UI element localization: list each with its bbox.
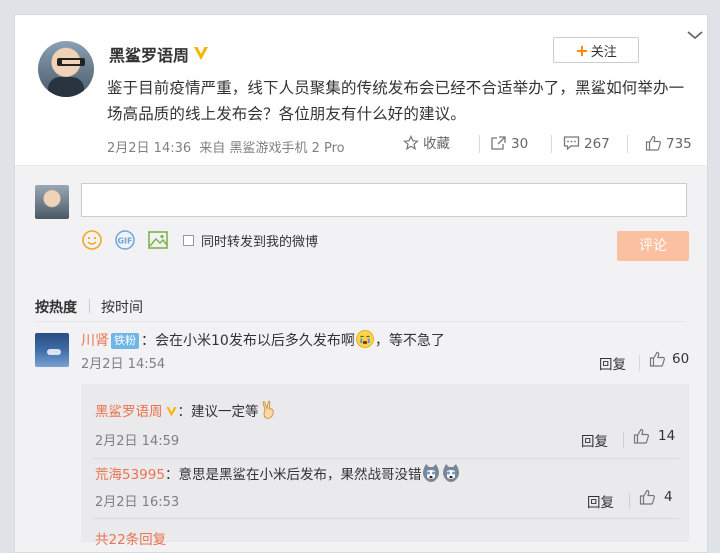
reply-text: 黑鲨罗语周 ：建议一定等 xyxy=(95,400,279,427)
reply-time: 2月2日 14:59 xyxy=(95,434,180,449)
post-source[interactable]: 黑鲨游戏手机 2 Pro xyxy=(229,141,344,156)
plus-icon: + xyxy=(575,41,589,60)
like-icon xyxy=(639,489,655,505)
my-avatar xyxy=(35,185,69,219)
picture-icon[interactable] xyxy=(147,229,169,251)
reply-text: 荒海53995：意思是黑鲨在小米后发布，果然战哥没错 xyxy=(95,463,461,490)
comment-count: 267 xyxy=(584,136,610,152)
favorite-star-icon xyxy=(403,135,419,151)
like-icon xyxy=(649,351,665,367)
divider xyxy=(35,321,687,322)
reply-like-button[interactable]: 4 xyxy=(639,489,673,505)
repost-count: 30 xyxy=(511,136,529,152)
comment-button[interactable]: 267 xyxy=(563,133,610,155)
crying-emoji-icon xyxy=(355,329,375,356)
commenter-avatar[interactable] xyxy=(35,333,69,367)
comment-like-count: 60 xyxy=(672,351,690,367)
comment-body-b: ，等不急了 xyxy=(374,333,445,349)
sort-by-hot[interactable]: 按热度 xyxy=(35,297,77,317)
comment-reply-button[interactable]: 回复 xyxy=(599,353,626,373)
reply-reply-button[interactable]: 回复 xyxy=(581,430,608,450)
sort-divider xyxy=(89,299,90,313)
follow-label: 关注 xyxy=(590,45,617,60)
weibo-post-card: 黑鲨罗语周 + 关注 鉴于目前疫情严重，线下人员聚集的传统发布会已经不合适举办了，… xyxy=(14,14,708,553)
comment-like-button[interactable]: 60 xyxy=(649,351,689,367)
husky-emoji-icon xyxy=(421,463,441,490)
reply-user[interactable]: 荒海53995 xyxy=(95,467,165,483)
fan-badge: 铁粉 xyxy=(111,333,139,349)
reply-like-count: 14 xyxy=(658,428,676,444)
like-icon xyxy=(633,428,649,444)
verified-icon xyxy=(165,403,178,425)
favorite-label: 收藏 xyxy=(423,136,450,152)
reply-like-button[interactable]: 14 xyxy=(633,428,675,444)
reply-time: 2月2日 16:53 xyxy=(95,495,180,510)
more-replies-link[interactable]: 共22条回复 xyxy=(95,528,166,548)
reply-body: ：意思是黑鲨在小米后发布，果然战哥没错 xyxy=(164,467,422,483)
reply-reply-button[interactable]: 回复 xyxy=(587,491,614,511)
divider xyxy=(623,432,624,448)
author-name[interactable]: 黑鲨罗语周 xyxy=(109,42,189,66)
svg-text:GIF: GIF xyxy=(117,237,132,246)
husky-emoji-icon xyxy=(441,463,461,490)
favorite-button[interactable]: 收藏 xyxy=(403,133,450,155)
follow-button[interactable]: + 关注 xyxy=(553,37,639,63)
comment-body-a: ：会在小米10发布以后多久发布啊 xyxy=(141,333,355,349)
post-meta: 2月2日 14:36 来自 黑鲨游戏手机 2 Pro xyxy=(107,137,345,156)
post-text: 鉴于目前疫情严重，线下人员聚集的传统发布会已经不合适举办了，黑鲨如何举办一场高品… xyxy=(107,79,685,123)
comment-text: 川肾 铁粉 ：会在小米10发布以后多久发布啊 ，等不急了 xyxy=(81,329,445,356)
divider xyxy=(93,518,679,519)
divider xyxy=(629,493,630,509)
source-prefix: 来自 xyxy=(199,141,226,156)
gif-icon[interactable]: GIF xyxy=(114,229,136,251)
comment-user[interactable]: 川肾 xyxy=(81,333,109,349)
reply-user[interactable]: 黑鲨罗语周 xyxy=(95,404,163,420)
comment-time: 2月2日 14:54 xyxy=(81,357,166,372)
comment-icon xyxy=(563,136,580,151)
page: 黑鲨罗语周 + 关注 鉴于目前疫情严重，线下人员聚集的传统发布会已经不合适举办了，… xyxy=(0,0,720,553)
reply-body: ：建议一定等 xyxy=(177,404,259,420)
victory-emoji-icon xyxy=(259,400,279,427)
submit-comment-button[interactable]: 评论 xyxy=(617,231,689,261)
post-actions: 收藏 30 267 735 xyxy=(395,133,695,155)
divider xyxy=(93,458,679,459)
emoji-icon[interactable] xyxy=(81,229,103,251)
divider xyxy=(639,355,640,371)
sort-by-time[interactable]: 按时间 xyxy=(101,297,143,317)
reply-like-count: 4 xyxy=(664,489,673,505)
sub-replies: 黑鲨罗语周 ：建议一定等 2月2日 14:59 回复 14 荒海53995：意思是… xyxy=(81,384,689,548)
post-time[interactable]: 2月2日 14:36 xyxy=(107,141,191,156)
like-button[interactable]: 735 xyxy=(645,133,692,155)
author-avatar[interactable] xyxy=(38,41,94,97)
chevron-down-icon[interactable] xyxy=(683,23,707,47)
like-count: 735 xyxy=(666,136,692,152)
comment-input[interactable] xyxy=(81,183,687,217)
like-icon xyxy=(645,135,661,151)
repost-button[interactable]: 30 xyxy=(490,133,528,155)
repost-icon xyxy=(491,136,506,150)
verified-icon xyxy=(192,44,210,62)
repost-label: 同时转发到我的微博 xyxy=(201,235,319,250)
repost-checkbox[interactable] xyxy=(183,235,194,246)
